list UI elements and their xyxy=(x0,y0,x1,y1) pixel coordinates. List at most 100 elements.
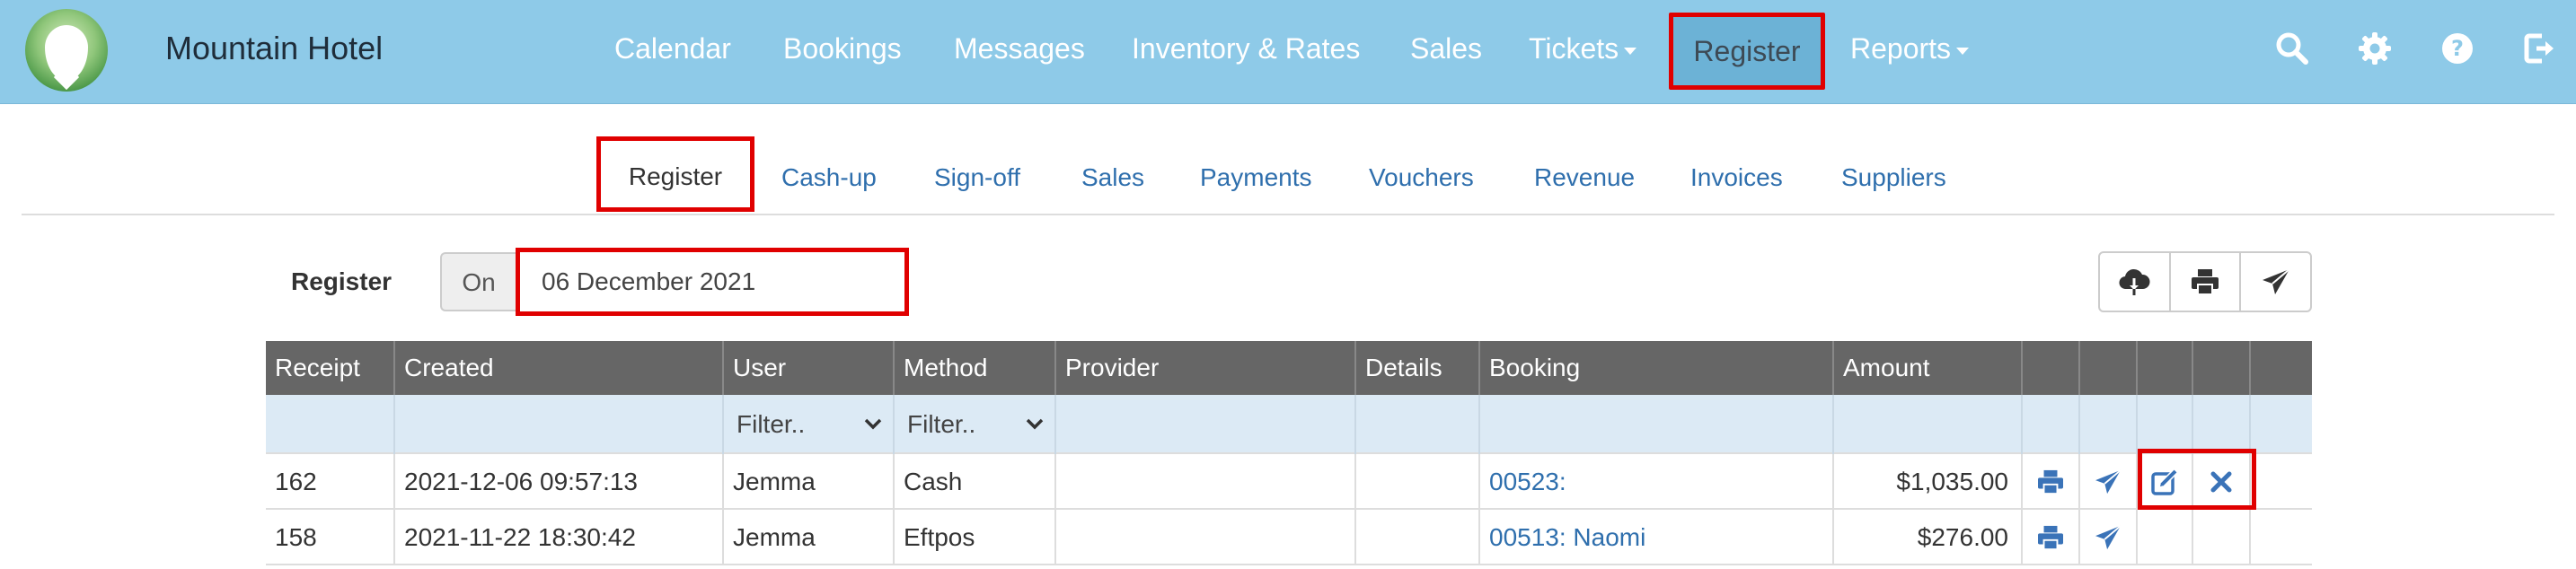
print-receipt-button[interactable] xyxy=(2023,510,2080,565)
col-receipt[interactable]: Receipt xyxy=(266,341,395,395)
col-action-edit xyxy=(2138,341,2193,395)
col-action-print xyxy=(2023,341,2080,395)
nav-bookings[interactable]: Bookings xyxy=(783,29,902,68)
download-button[interactable] xyxy=(2100,253,2171,311)
gear-icon[interactable] xyxy=(2357,31,2393,66)
svg-text:?: ? xyxy=(2451,36,2464,61)
caret-down-icon xyxy=(1624,47,1637,55)
cell-booking: 00513: Naomi xyxy=(1480,510,1834,565)
cell-user: Jemma xyxy=(724,510,895,565)
nav-reports[interactable]: Reports xyxy=(1850,29,1970,68)
subtab-revenue[interactable]: Revenue xyxy=(1534,160,1635,196)
filter-cell xyxy=(2023,395,2080,454)
register-toolbar xyxy=(2098,251,2312,312)
empty-action-cell xyxy=(2193,510,2251,565)
print-button[interactable] xyxy=(2171,253,2242,311)
col-details[interactable]: Details xyxy=(1356,341,1480,395)
empty-action-cell xyxy=(2251,454,2312,510)
send-receipt-button[interactable] xyxy=(2080,454,2138,510)
chevron-down-icon xyxy=(864,418,882,430)
col-provider[interactable]: Provider xyxy=(1056,341,1356,395)
nav-inventory-rates[interactable]: Inventory & Rates xyxy=(1132,29,1360,68)
edit-receipt-button[interactable] xyxy=(2138,454,2193,510)
send-icon xyxy=(2095,525,2122,550)
print-icon xyxy=(2038,469,2063,495)
filter-cell xyxy=(1834,395,2023,454)
send-button[interactable] xyxy=(2241,253,2310,311)
cell-user: Jemma xyxy=(724,454,895,510)
subtabs-divider xyxy=(22,214,2554,215)
filter-cell xyxy=(2138,395,2193,454)
col-action-send xyxy=(2080,341,2138,395)
filter-cell xyxy=(266,395,395,454)
logout-icon[interactable] xyxy=(2522,31,2558,66)
subtab-vouchers[interactable]: Vouchers xyxy=(1369,160,1474,196)
cell-receipt: 162 xyxy=(266,454,395,510)
subtab-register[interactable]: Register xyxy=(596,136,754,212)
filter-cell xyxy=(1356,395,1480,454)
user-filter-select[interactable]: Filter.. xyxy=(724,404,893,445)
subtab-suppliers[interactable]: Suppliers xyxy=(1841,160,1946,196)
table-row[interactable]: 158 2021-11-22 18:30:42 Jemma Eftpos 005… xyxy=(266,510,2312,565)
booking-link[interactable]: 00523: xyxy=(1489,468,1566,495)
cell-created: 2021-12-06 09:57:13 xyxy=(395,454,724,510)
cell-method: Cash xyxy=(895,454,1056,510)
col-amount[interactable]: Amount xyxy=(1834,341,2023,395)
filter-cell xyxy=(1480,395,1834,454)
subtab-sales[interactable]: Sales xyxy=(1081,160,1144,196)
cloud-download-icon xyxy=(2119,268,2150,295)
cell-details xyxy=(1356,454,1480,510)
nav-register-label: Register xyxy=(1693,35,1801,67)
user-filter-cell: Filter.. xyxy=(724,395,895,454)
register-label: Register xyxy=(291,267,393,295)
cell-method: Eftpos xyxy=(895,510,1056,565)
send-icon xyxy=(2095,469,2122,495)
print-icon xyxy=(2192,269,2219,295)
nav-tickets[interactable]: Tickets xyxy=(1529,29,1637,68)
subtab-cash-up[interactable]: Cash-up xyxy=(781,160,877,196)
subtab-invoices[interactable]: Invoices xyxy=(1690,160,1783,196)
cell-details xyxy=(1356,510,1480,565)
logo-drop-icon xyxy=(45,25,88,81)
search-icon[interactable] xyxy=(2274,31,2310,66)
nav-messages[interactable]: Messages xyxy=(954,29,1085,68)
filter-cell xyxy=(395,395,724,454)
empty-action-cell xyxy=(2138,510,2193,565)
col-method[interactable]: Method xyxy=(895,341,1056,395)
nav-tickets-label: Tickets xyxy=(1529,32,1619,65)
filter-cell xyxy=(1056,395,1356,454)
edit-icon xyxy=(2151,469,2177,495)
cell-created: 2021-11-22 18:30:42 xyxy=(395,510,724,565)
method-filter-select[interactable]: Filter.. xyxy=(895,404,1054,445)
nav-sales[interactable]: Sales xyxy=(1410,29,1482,68)
filter-cell xyxy=(2193,395,2251,454)
col-action-extra xyxy=(2251,341,2312,395)
register-date-input[interactable] xyxy=(516,248,909,316)
col-user[interactable]: User xyxy=(724,341,895,395)
cell-receipt: 158 xyxy=(266,510,395,565)
subtab-payments[interactable]: Payments xyxy=(1200,160,1312,196)
nav-register[interactable]: Register xyxy=(1669,13,1825,90)
table-row[interactable]: 162 2021-12-06 09:57:13 Jemma Cash 00523… xyxy=(266,454,2312,510)
print-receipt-button[interactable] xyxy=(2023,454,2080,510)
top-navbar: Mountain Hotel Calendar Bookings Message… xyxy=(0,0,2576,104)
cell-amount: $1,035.00 xyxy=(1834,454,2023,510)
help-icon[interactable]: ? xyxy=(2439,31,2475,66)
method-filter-cell: Filter.. xyxy=(895,395,1056,454)
delete-receipt-button[interactable] xyxy=(2193,454,2251,510)
cell-amount: $276.00 xyxy=(1834,510,2023,565)
cell-booking: 00523: xyxy=(1480,454,1834,510)
brand-name[interactable]: Mountain Hotel xyxy=(165,29,383,68)
empty-action-cell xyxy=(2251,510,2312,565)
booking-link[interactable]: 00513: Naomi xyxy=(1489,523,1645,551)
send-icon xyxy=(2262,268,2290,294)
col-created[interactable]: Created xyxy=(395,341,724,395)
col-booking[interactable]: Booking xyxy=(1480,341,1834,395)
col-action-delete xyxy=(2193,341,2251,395)
nav-calendar[interactable]: Calendar xyxy=(614,29,731,68)
hotel-logo[interactable] xyxy=(25,9,108,92)
nav-reports-label: Reports xyxy=(1850,32,1952,65)
register-table-header: Receipt Created User Method Provider Det… xyxy=(266,341,2312,395)
subtab-sign-off[interactable]: Sign-off xyxy=(934,160,1020,196)
send-receipt-button[interactable] xyxy=(2080,510,2138,565)
